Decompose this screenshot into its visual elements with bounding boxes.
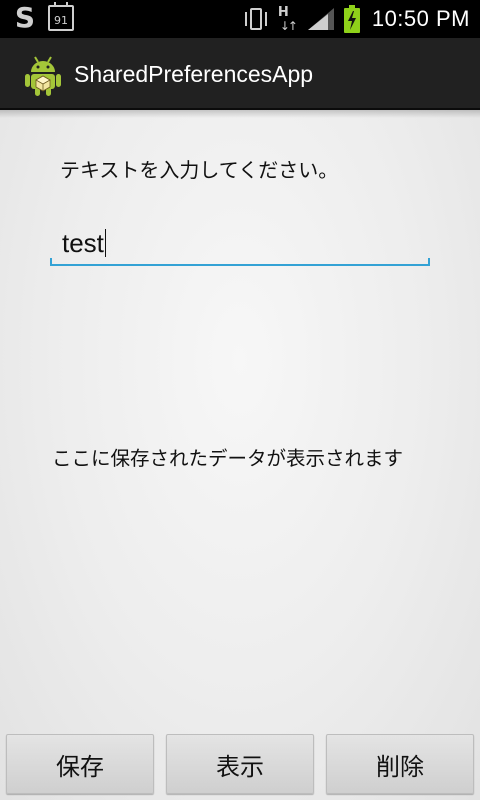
input-prompt-label: テキストを入力してください。 (60, 158, 339, 182)
saved-data-display: ここに保存されたデータが表示されます (52, 447, 404, 470)
text-input-value: test (62, 228, 104, 258)
action-bar-shadow (0, 110, 480, 118)
show-button[interactable]: 表示 (166, 734, 314, 794)
s-app-icon: S (14, 1, 36, 34)
delete-button[interactable]: 削除 (326, 734, 474, 794)
network-arrows: ↓↑ (279, 19, 298, 33)
status-time: 10:50 PM (371, 6, 470, 31)
app-title: SharedPreferencesApp (74, 61, 314, 87)
text-cursor (104, 229, 106, 257)
save-button[interactable]: 保存 (6, 734, 154, 794)
calendar-day: 91 (54, 14, 68, 27)
action-bar: SharedPreferencesApp (0, 38, 480, 110)
android-icon (24, 54, 62, 96)
status-bar: S 91 H ↓↑ 10:50 PM (0, 0, 480, 38)
battery-charging-icon (343, 5, 360, 33)
network-h-icon: H ↓↑ (276, 4, 298, 34)
text-input[interactable]: test (50, 222, 430, 268)
text-input-underline (50, 258, 430, 266)
vibrate-icon (244, 6, 268, 32)
network-type: H (277, 5, 289, 20)
calendar-icon: 91 (48, 2, 74, 31)
signal-icon (306, 6, 336, 32)
